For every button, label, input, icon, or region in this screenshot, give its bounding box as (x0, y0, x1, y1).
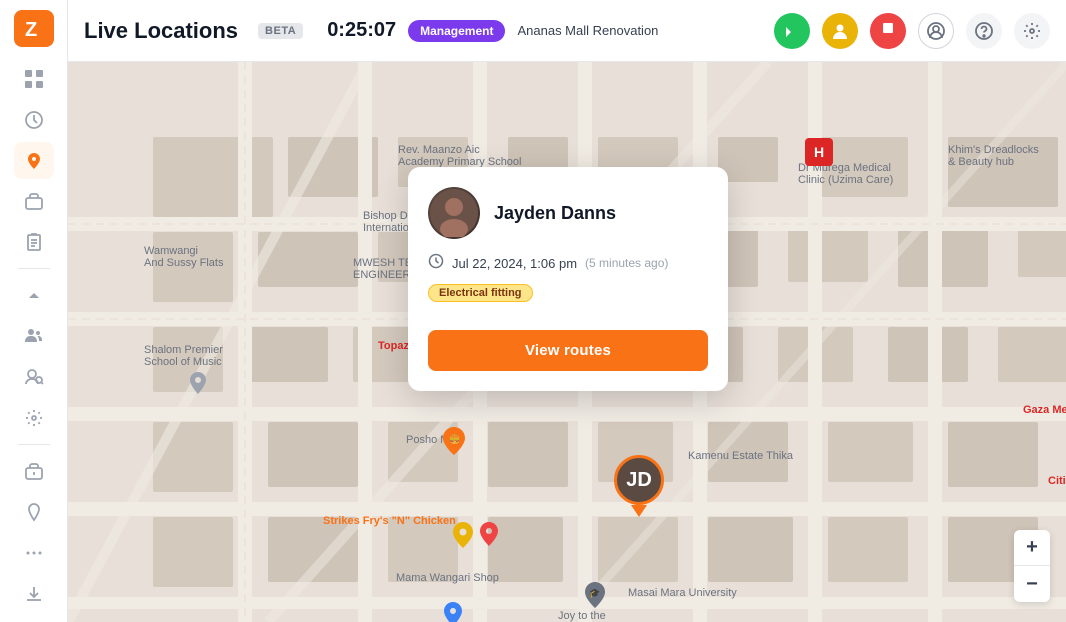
popup-user-name: Jayden Danns (494, 203, 616, 224)
svg-text:Z: Z (25, 19, 37, 40)
sidebar-item-suitcase[interactable] (14, 453, 54, 490)
sidebar-item-clipboard[interactable] (14, 224, 54, 261)
hospital-marker: H (805, 138, 833, 166)
sidebar-item-location[interactable] (14, 142, 54, 179)
header: Live Locations BETA 0:25:07 Management A… (68, 0, 1066, 62)
poi-pin-1 (190, 372, 206, 399)
poi-red-pin (480, 522, 498, 551)
zoom-controls: + − (1014, 530, 1050, 602)
popup-time-ago: (5 minutes ago) (585, 256, 668, 270)
sidebar-item-briefcase[interactable] (14, 183, 54, 220)
settings-btn[interactable] (1014, 13, 1050, 49)
route-icon-btn[interactable] (774, 13, 810, 49)
poi-food-1: 🍔 (443, 427, 465, 460)
page-title: Live Locations (84, 18, 238, 44)
sidebar-item-search-person[interactable] (14, 359, 54, 396)
popup-avatar (428, 187, 480, 239)
sidebar: Z (0, 0, 68, 622)
project-label: Ananas Mall Renovation (517, 23, 658, 38)
user-circle-btn[interactable] (918, 13, 954, 49)
sidebar-item-clock[interactable] (14, 101, 54, 138)
sidebar-item-team[interactable] (14, 318, 54, 355)
sidebar-item-download[interactable] (14, 575, 54, 612)
view-routes-button[interactable]: View routes (428, 330, 708, 371)
header-timer: 0:25:07 (327, 19, 396, 42)
stop-icon-btn[interactable] (870, 13, 906, 49)
poi-blue-pin (444, 602, 462, 622)
sidebar-divider-1 (18, 268, 50, 269)
sidebar-item-settings-adv[interactable] (14, 399, 54, 436)
sidebar-item-collapse[interactable] (14, 277, 54, 314)
user-popup-card: Jayden Danns Jul 22, 2024, 1:06 pm (5 mi… (408, 167, 728, 391)
popup-time-row: Jul 22, 2024, 1:06 pm (5 minutes ago) (428, 253, 708, 273)
popup-tag: Electrical fitting (428, 284, 533, 302)
poi-edu-pin: 🎓 (585, 582, 605, 613)
help-btn[interactable] (966, 13, 1002, 49)
sidebar-item-dashboard[interactable] (14, 61, 54, 98)
popup-header: Jayden Danns (428, 187, 708, 239)
app-logo[interactable]: Z (14, 10, 54, 47)
map-container[interactable]: Rev. Maanzo AicAcademy Primary School Kh… (68, 62, 1066, 622)
popup-timestamp: Jul 22, 2024, 1:06 pm (452, 256, 577, 271)
zoom-in-button[interactable]: + (1014, 530, 1050, 566)
svg-text:🎓: 🎓 (589, 588, 600, 598)
poi-food-2 (453, 522, 473, 553)
clock-icon (428, 253, 444, 273)
user-location-pin[interactable]: JD (614, 455, 664, 517)
management-badge[interactable]: Management (408, 20, 505, 42)
sidebar-item-pin[interactable] (14, 494, 54, 531)
zoom-out-button[interactable]: − (1014, 566, 1050, 602)
person-icon-btn[interactable] (822, 13, 858, 49)
main-area: Live Locations BETA 0:25:07 Management A… (68, 0, 1066, 622)
sidebar-divider-2 (18, 444, 50, 445)
svg-text:🍔: 🍔 (449, 433, 460, 444)
sidebar-item-more[interactable] (14, 534, 54, 571)
beta-badge: BETA (258, 23, 303, 39)
